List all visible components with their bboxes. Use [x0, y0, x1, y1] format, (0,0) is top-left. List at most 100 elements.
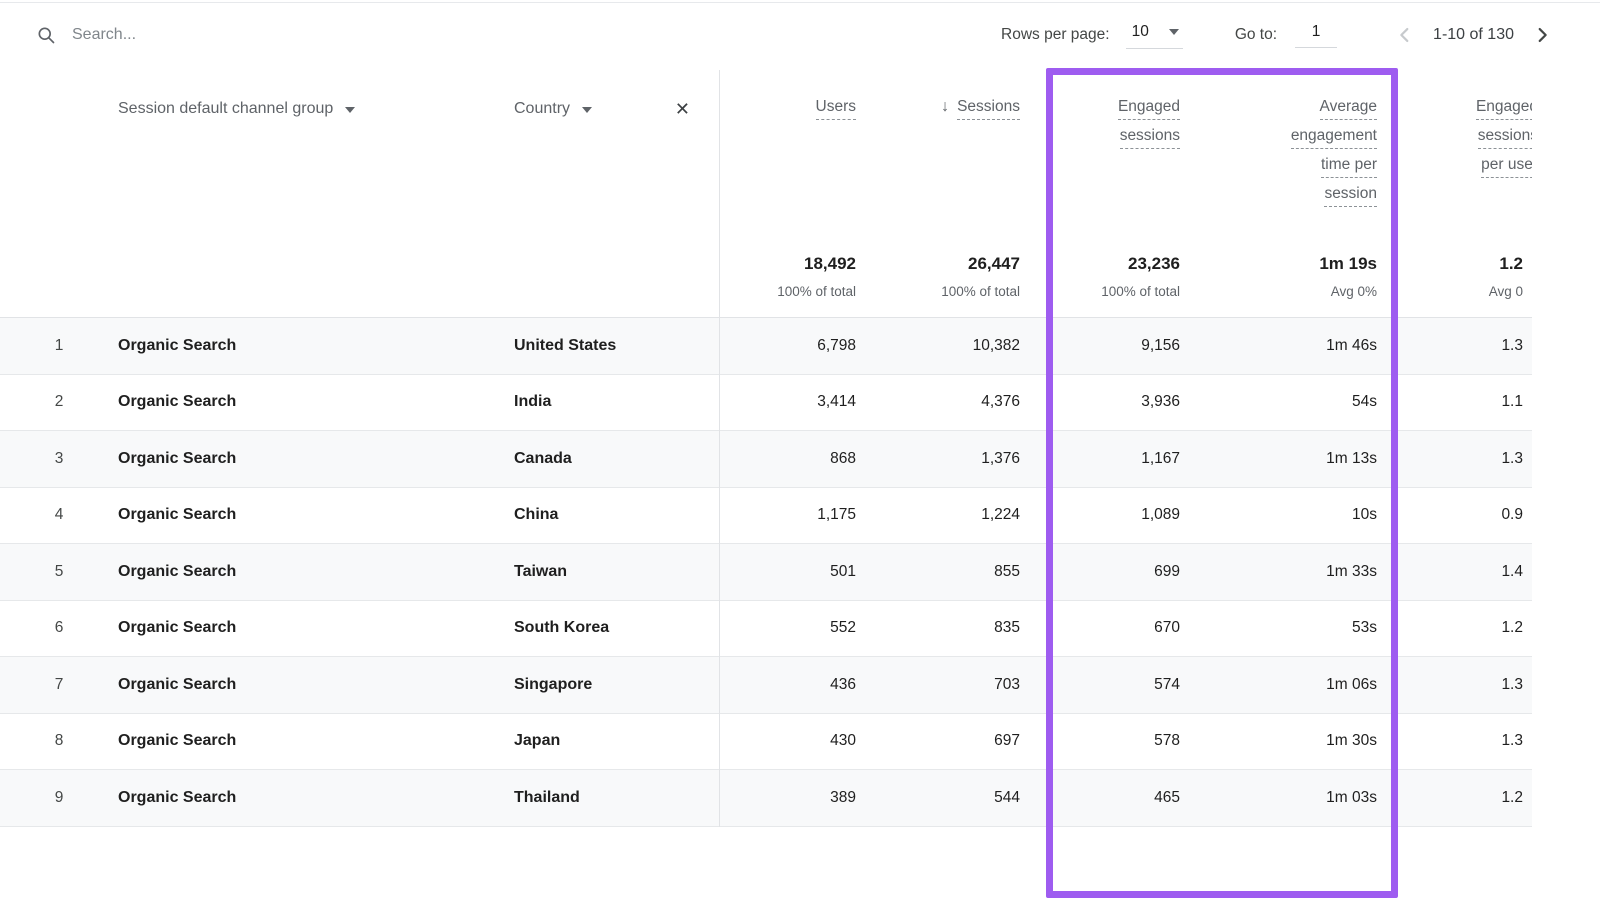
sessions-cell: 835	[880, 619, 1044, 637]
row-index: 7	[0, 676, 118, 694]
column-divider	[719, 70, 720, 827]
users-cell: 1,175	[720, 506, 880, 524]
avg-engagement-time-total-value: 1m 19s	[1319, 253, 1377, 275]
users-cell: 501	[720, 563, 880, 581]
avg-engagement-header-line[interactable]: session	[1324, 184, 1377, 207]
engaged-per-user-total: 1.2 Avg 0	[1400, 245, 1532, 317]
avg-engagement-header-line[interactable]: time per	[1321, 155, 1377, 178]
users-cell: 6,798	[720, 337, 880, 355]
country-cell: Thailand	[514, 789, 720, 807]
channel-cell: Organic Search	[118, 619, 514, 637]
sessions-cell: 1,376	[880, 450, 1044, 468]
country-cell: Singapore	[514, 676, 720, 694]
country-cell: United States	[514, 337, 720, 355]
channel-cell: Organic Search	[118, 393, 514, 411]
search-box[interactable]	[36, 25, 370, 45]
table-header: Session default channel group Country ✕ …	[0, 70, 1532, 318]
users-cell: 436	[720, 676, 880, 694]
next-page-button[interactable]	[1528, 21, 1556, 49]
sessions-header-label[interactable]: Sessions	[957, 97, 1020, 120]
row-index: 8	[0, 732, 118, 750]
table-row: 4 Organic Search China 1,175 1,224 1,089…	[0, 488, 1532, 545]
users-column-header[interactable]: Users	[720, 70, 880, 245]
sessions-cell: 703	[880, 676, 1044, 694]
engaged-sessions-header-line[interactable]: sessions	[1120, 126, 1180, 149]
rows-per-page-select[interactable]: 10	[1126, 21, 1183, 49]
country-cell: Canada	[514, 450, 720, 468]
sessions-cell: 10,382	[880, 337, 1044, 355]
users-cell: 389	[720, 789, 880, 807]
dimension-header-country[interactable]: Country ✕	[514, 70, 720, 245]
country-cell: South Korea	[514, 619, 720, 637]
engaged-sessions-header-line[interactable]: Engaged	[1118, 97, 1180, 120]
avg-engagement-time-cell: 1m 03s	[1204, 789, 1400, 807]
engaged-sessions-cell: 699	[1044, 563, 1204, 581]
engaged-per-user-cell: 1.3	[1400, 450, 1532, 468]
table-row: 2 Organic Search India 3,414 4,376 3,936…	[0, 375, 1532, 432]
channel-cell: Organic Search	[118, 676, 514, 694]
users-header-label[interactable]: Users	[816, 97, 856, 120]
table-row: 1 Organic Search United States 6,798 10,…	[0, 318, 1532, 375]
remove-dimension-icon[interactable]: ✕	[675, 98, 720, 120]
table-row: 6 Organic Search South Korea 552 835 670…	[0, 601, 1532, 658]
go-to-label: Go to:	[1235, 26, 1277, 44]
dimension-header-channel-group[interactable]: Session default channel group	[118, 70, 514, 245]
users-total-value: 18,492	[804, 253, 856, 275]
engaged-sessions-cell: 574	[1044, 676, 1204, 694]
engaged-sessions-per-user-column-header[interactable]: Engaged sessions per user	[1400, 70, 1532, 245]
sessions-column-header[interactable]: ↓ Sessions	[880, 70, 1044, 245]
users-total-sub: 100% of total	[777, 282, 856, 302]
sessions-total: 26,447 100% of total	[880, 245, 1044, 317]
table-row: 5 Organic Search Taiwan 501 855 699 1m 3…	[0, 544, 1532, 601]
avg-engagement-header-line[interactable]: Average	[1320, 97, 1377, 120]
sessions-total-value: 26,447	[968, 253, 1020, 275]
table-rows: 1 Organic Search United States 6,798 10,…	[0, 318, 1532, 827]
sessions-cell: 697	[880, 732, 1044, 750]
chevron-down-icon	[1169, 29, 1179, 35]
sessions-cell: 855	[880, 563, 1044, 581]
search-input[interactable]	[70, 25, 370, 45]
country-cell: Taiwan	[514, 563, 720, 581]
engaged-sessions-cell: 670	[1044, 619, 1204, 637]
table-row: 7 Organic Search Singapore 436 703 574 1…	[0, 657, 1532, 714]
sessions-cell: 544	[880, 789, 1044, 807]
table-row: 8 Organic Search Japan 430 697 578 1m 30…	[0, 714, 1532, 771]
avg-engagement-time-cell: 1m 30s	[1204, 732, 1400, 750]
engaged-per-user-total-value: 1.2	[1499, 253, 1523, 275]
country-cell: China	[514, 506, 720, 524]
avg-engagement-time-cell: 54s	[1204, 393, 1400, 411]
avg-engagement-time-column-header[interactable]: Average engagement time per session	[1204, 70, 1400, 245]
channel-cell: Organic Search	[118, 337, 514, 355]
engaged-per-user-cell: 1.2	[1400, 619, 1532, 637]
engaged-sessions-cell: 1,167	[1044, 450, 1204, 468]
rows-per-page-label: Rows per page:	[1001, 26, 1110, 44]
row-index: 9	[0, 789, 118, 807]
engaged-per-user-header-line[interactable]: sessions	[1478, 126, 1532, 149]
engaged-per-user-header-line[interactable]: per user	[1481, 155, 1532, 178]
previous-page-button[interactable]	[1391, 21, 1419, 49]
engaged-sessions-total-sub: 100% of total	[1101, 282, 1180, 302]
country-cell: Japan	[514, 732, 720, 750]
pagination-controls: Rows per page: 10 Go to: 1-10 of 130	[1001, 21, 1556, 49]
engaged-sessions-cell: 465	[1044, 789, 1204, 807]
channel-cell: Organic Search	[118, 563, 514, 581]
avg-engagement-time-cell: 10s	[1204, 506, 1400, 524]
avg-engagement-header-line[interactable]: engagement	[1291, 126, 1377, 149]
engaged-sessions-cell: 9,156	[1044, 337, 1204, 355]
chevron-right-icon	[1531, 24, 1553, 46]
go-to-page-input[interactable]	[1295, 22, 1337, 48]
engaged-per-user-total-sub: Avg 0	[1489, 282, 1523, 302]
sessions-cell: 4,376	[880, 393, 1044, 411]
engaged-sessions-column-header[interactable]: Engaged sessions	[1044, 70, 1204, 245]
engaged-sessions-cell: 3,936	[1044, 393, 1204, 411]
sessions-cell: 1,224	[880, 506, 1044, 524]
engaged-per-user-header-line[interactable]: Engaged	[1476, 97, 1532, 120]
engaged-sessions-total: 23,236 100% of total	[1044, 245, 1204, 317]
sort-descending-icon: ↓	[941, 97, 949, 117]
table-row: 3 Organic Search Canada 868 1,376 1,167 …	[0, 431, 1532, 488]
search-icon	[36, 25, 56, 45]
row-index: 4	[0, 506, 118, 524]
engaged-per-user-cell: 1.3	[1400, 676, 1532, 694]
totals-row: 18,492 100% of total 26,447 100% of tota…	[0, 245, 1532, 317]
pagination-range: 1-10 of 130	[1433, 26, 1514, 44]
